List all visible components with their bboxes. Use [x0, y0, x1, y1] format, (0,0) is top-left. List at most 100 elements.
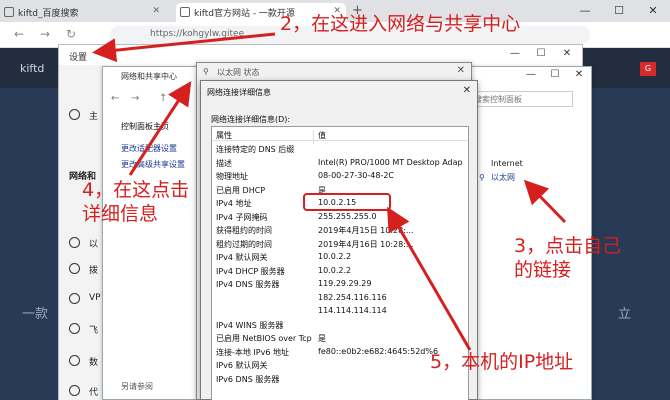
control-panel-home-link[interactable]: 控制面板主页: [121, 121, 169, 132]
close-button[interactable]: ✕: [463, 85, 471, 96]
annotation-step2: 2，在这进入网络与共享中心: [280, 13, 521, 35]
window-title: 网络和共享中心: [121, 72, 177, 81]
settings-window-controls: — ☐ ✕: [502, 45, 580, 63]
table-row[interactable]: IPv4 默认网关 10.0.2.2: [212, 250, 468, 264]
ethernet-connection-icon: ⚲: [479, 173, 485, 182]
maximize-button[interactable]: ☐: [602, 0, 636, 22]
property-cell: IPv4 WINS 服务器: [216, 320, 284, 330]
close-button[interactable]: ✕: [554, 45, 580, 63]
value-cell: fe80::e0b2:e682:4645:52d%6: [318, 346, 439, 356]
column-header-property[interactable]: 属性: [216, 130, 232, 141]
table-row[interactable]: 182.254.116.116: [212, 291, 468, 305]
property-cell: IPv4 地址: [216, 199, 252, 208]
table-row[interactable]: 已启用 NetBIOS over Tcp 是: [212, 331, 468, 345]
table-row[interactable]: 114.114.114.114: [212, 304, 468, 318]
table-row[interactable]: 租约过期的时间 2019年4月16日 10:28:...: [212, 237, 468, 251]
forward-icon[interactable]: →: [131, 93, 139, 104]
property-cell: 已启用 DHCP: [216, 185, 266, 195]
property-cell: 连接-本地 IPv6 地址: [216, 347, 289, 357]
close-button[interactable]: ✕: [457, 65, 465, 76]
value-cell: Intel(R) PRO/1000 MT Desktop Adap: [318, 157, 463, 167]
annotation-step3-line2: 的链接: [514, 259, 572, 281]
sidebar-item-vpn[interactable]: VP: [89, 293, 101, 303]
annotation-step3-line1: 3，点击自己: [514, 235, 622, 257]
value-cell: 2019年4月15日 10:28:...: [318, 226, 414, 235]
proxy-icon: [69, 385, 80, 396]
back-icon[interactable]: ←: [14, 27, 24, 41]
property-cell: IPv6 DNS 服务器: [216, 374, 280, 384]
browser-window-controls: — ☐ ✕: [568, 0, 670, 22]
home-icon: [69, 109, 80, 120]
window-controls: — ☐ ✕: [519, 67, 591, 83]
airplane-icon: [69, 323, 80, 334]
change-adapter-settings-link[interactable]: 更改适配器设置: [121, 143, 177, 154]
sidebar-item-dialup[interactable]: 拨: [89, 263, 98, 276]
settings-sidebar: 主 网络和 以 拨 VP 飞 数 代: [59, 65, 107, 400]
table-row[interactable]: 获得租约的时间 2019年4月15日 10:28:...: [212, 223, 468, 237]
back-icon[interactable]: ←: [111, 93, 119, 104]
property-cell: 物理地址: [216, 172, 248, 181]
see-also-heading: 另请参阅: [121, 382, 153, 391]
value-cell: 114.114.114.114: [318, 306, 387, 315]
value-cell: 2019年4月16日 10:28:...: [318, 239, 414, 249]
site-logo[interactable]: kiftd: [20, 62, 44, 75]
table-row[interactable]: IPv4 WINS 服务器: [212, 318, 468, 332]
site-text-right: 立: [618, 307, 632, 322]
close-button[interactable]: ✕: [567, 67, 591, 83]
up-icon[interactable]: ↑: [159, 93, 167, 104]
table-row[interactable]: 连接特定的 DNS 后缀: [212, 142, 468, 156]
maximize-button[interactable]: ☐: [543, 67, 567, 83]
table-row[interactable]: 物理地址 08-00-27-30-48-2C: [212, 169, 468, 183]
kiftd-favicon-icon: [180, 7, 190, 17]
refresh-icon[interactable]: ↻: [66, 27, 76, 41]
browser-tab-baidu[interactable]: kiftd_百度搜索 ✕: [0, 3, 165, 22]
ethernet-icon: [69, 237, 80, 248]
value-cell: 08-00-27-30-48-2C: [318, 171, 395, 180]
vpn-icon: [69, 293, 80, 304]
minimize-button[interactable]: —: [502, 45, 528, 63]
column-header-value[interactable]: 值: [318, 130, 326, 141]
site-text-left: 一款: [22, 307, 49, 322]
url-text: https://kohgylw.gitee: [150, 29, 245, 39]
property-cell: 获得租约的时间: [216, 226, 272, 235]
baidu-favicon-icon: [4, 7, 14, 17]
table-row[interactable]: IPv6 DNS 服务器: [212, 372, 468, 386]
property-cell: IPv4 DHCP 服务器: [216, 266, 285, 276]
close-button[interactable]: ✕: [636, 0, 670, 22]
value-cell: 10.0.2.2: [318, 265, 352, 275]
ip-address-highlight-box: [303, 193, 391, 211]
search-control-panel-input[interactable]: 搜索控制面板: [469, 91, 573, 107]
ethernet-connection-link[interactable]: 以太网: [491, 172, 515, 183]
sidebar-item-airplane[interactable]: 飞: [89, 323, 98, 336]
sidebar-item-data[interactable]: 数: [89, 355, 98, 368]
annotation-step4-line1: 4，在这点击: [82, 179, 190, 201]
settings-title: 设置: [69, 53, 88, 63]
minimize-button[interactable]: —: [568, 0, 602, 22]
data-usage-icon: [69, 355, 80, 366]
table-row[interactable]: IPv4 子网掩码 255.255.255.0: [212, 210, 468, 224]
minimize-button[interactable]: —: [519, 67, 543, 83]
forward-icon[interactable]: →: [40, 27, 50, 41]
property-cell: 租约过期的时间: [216, 239, 272, 249]
value-cell: 255.255.255.0: [318, 211, 377, 221]
value-cell: 182.254.116.116: [318, 292, 387, 302]
sidebar-item-ethernet[interactable]: 以: [89, 237, 98, 250]
ethernet-status-icon: ⚲: [203, 67, 209, 76]
sidebar-item-proxy[interactable]: 代: [89, 385, 98, 398]
value-cell: 是: [318, 334, 326, 343]
table-row[interactable]: IPv4 DNS 服务器 119.29.29.29: [212, 277, 468, 291]
window-title: 以太网 状态: [217, 68, 260, 77]
property-cell: IPv4 默认网关: [216, 253, 268, 262]
table-row[interactable]: IPv4 DHCP 服务器 10.0.2.2: [212, 264, 468, 278]
site-badge[interactable]: G: [640, 62, 656, 76]
sidebar-item-home[interactable]: 主: [89, 109, 98, 122]
maximize-button[interactable]: ☐: [528, 45, 554, 63]
details-list-header: 属性 值: [212, 127, 468, 144]
change-advanced-sharing-link[interactable]: 更改高级共享设置: [121, 159, 185, 170]
close-tab-icon[interactable]: ✕: [152, 6, 160, 16]
dialog-title: 网络连接详细信息: [207, 88, 271, 97]
property-cell: 连接特定的 DNS 后缀: [216, 145, 295, 154]
property-cell: IPv6 默认网关: [216, 361, 268, 370]
table-row[interactable]: 描述 Intel(R) PRO/1000 MT Desktop Adap: [212, 156, 468, 170]
details-list-label: 网络连接详细信息(D):: [211, 115, 291, 124]
